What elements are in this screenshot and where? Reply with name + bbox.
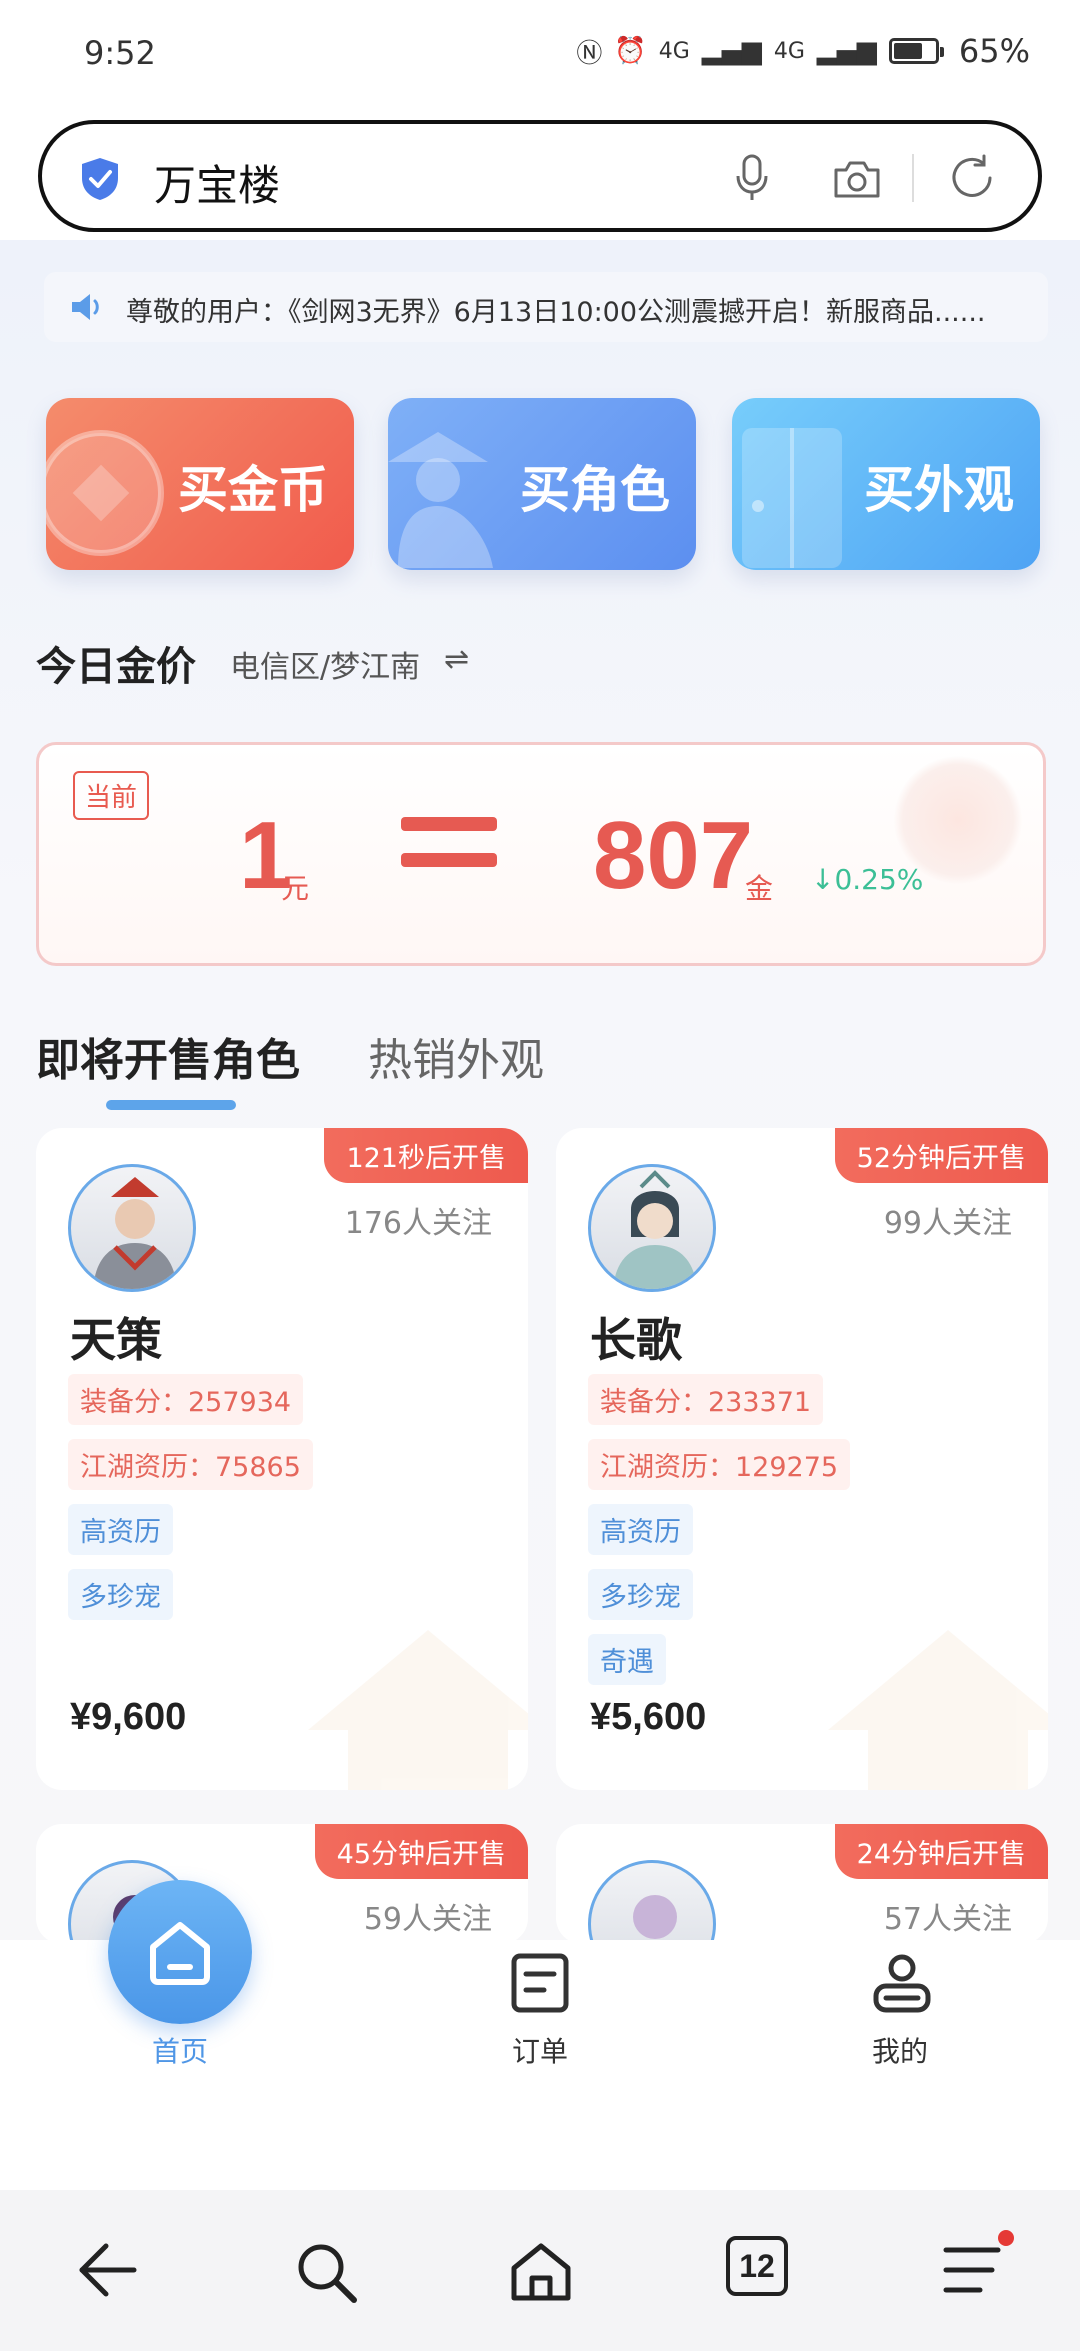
- wardrobe-icon: [742, 428, 842, 568]
- equals-sign: [401, 817, 497, 889]
- signal-2-label: 4G: [773, 38, 805, 64]
- signal-1-icon: ▂▄▆: [701, 36, 762, 66]
- swap-icon[interactable]: ⇌: [444, 642, 469, 677]
- feature-tag: 多珍宠: [68, 1569, 173, 1620]
- musician-avatar-icon: [613, 1170, 697, 1289]
- search-area: 万宝楼: [0, 110, 1080, 240]
- avatar: [588, 1164, 716, 1292]
- alarm-icon: ⏰: [614, 36, 647, 66]
- avatar: [68, 1164, 196, 1292]
- server-selector[interactable]: 电信区/梦江南: [230, 642, 420, 686]
- battery-text: 65%: [958, 32, 1030, 70]
- role-card[interactable]: 121秒后开售 176人关注 天策 装备分：257934 江湖资历：75865 …: [36, 1128, 528, 1790]
- feature-tag: 多珍宠: [588, 1569, 693, 1620]
- yuan-unit: 元: [281, 872, 310, 905]
- role-tags: 装备分：233371 江湖资历：129275 高资历 多珍宠 奇遇: [588, 1374, 851, 1685]
- pavilion-watermark: [308, 1630, 528, 1790]
- nav-mine-label[interactable]: 我的: [872, 2030, 928, 2070]
- equipment-score-tag: 装备分：233371: [588, 1374, 824, 1425]
- sale-countdown-badge: 24分钟后开售: [834, 1824, 1048, 1879]
- feature-tag: 奇遇: [588, 1634, 666, 1685]
- follow-count: 176人关注: [344, 1206, 492, 1241]
- notification-dot: [998, 2230, 1014, 2246]
- role-name: 长歌: [590, 1313, 682, 1367]
- camera-icon[interactable]: [832, 158, 882, 200]
- buy-gold-label: 买金币: [178, 461, 328, 519]
- role-tags: 装备分：257934 江湖资历：75865 高资历 多珍宠: [68, 1374, 313, 1620]
- sale-countdown-badge: 121秒后开售: [324, 1128, 528, 1183]
- status-time: 9:52: [84, 34, 156, 72]
- search-divider: [912, 154, 914, 202]
- follow-count: 59人关注: [363, 1902, 492, 1937]
- gold-price-title: 今日金价: [36, 644, 196, 690]
- buy-appearance-button[interactable]: 买外观: [732, 398, 1040, 570]
- experience-tag: 江湖资历：129275: [588, 1439, 851, 1490]
- buy-role-button[interactable]: 买角色: [388, 398, 696, 570]
- role-name: 天策: [70, 1313, 162, 1367]
- status-icons: Ⓝ ⏰ 4G ▂▄▆ 4G ▂▄▆ 65%: [576, 32, 1030, 70]
- back-arrow-icon[interactable]: [76, 2240, 140, 2300]
- shield-icon: [82, 158, 118, 200]
- follow-count: 57人关注: [883, 1902, 1012, 1937]
- tab-indicator: [106, 1100, 236, 1110]
- microphone-icon[interactable]: [732, 154, 772, 204]
- search-icon[interactable]: [294, 2240, 360, 2306]
- gold-price-card[interactable]: 当前 1 元 807 金 ↓0.25%: [36, 742, 1046, 966]
- experience-tag: 江湖资历：75865: [68, 1439, 313, 1490]
- speaker-icon: [72, 294, 99, 320]
- notice-text: 尊敬的用户：《剑网3无界》6月13日10:00公测震撼开启！新服商品......: [126, 297, 986, 328]
- gold-unit: 金: [745, 872, 774, 905]
- role-price: ¥5,600: [590, 1696, 707, 1738]
- profile-icon[interactable]: [872, 1952, 932, 2014]
- role-card[interactable]: 52分钟后开售 99人关注 长歌 装备分：233371 江湖资历：129275 …: [556, 1128, 1048, 1790]
- search-input[interactable]: 万宝楼: [154, 152, 280, 213]
- signal-2-icon: ▂▄▆: [816, 36, 877, 66]
- avatar: [588, 1860, 716, 1944]
- nfc-icon: Ⓝ: [576, 38, 603, 69]
- nav-order-label[interactable]: 订单: [512, 2030, 568, 2070]
- role-card[interactable]: 24分钟后开售 57人关注: [556, 1824, 1048, 1944]
- menu-icon[interactable]: [940, 2240, 1004, 2300]
- role-card[interactable]: 45分钟后开售 59人关注: [36, 1824, 528, 1944]
- role-price: ¥9,600: [70, 1696, 187, 1738]
- tab-upcoming-roles[interactable]: 即将开售角色: [36, 1024, 300, 1088]
- coin-icon: [46, 430, 164, 556]
- nav-home-label[interactable]: 首页: [152, 2030, 208, 2070]
- nav-home-button[interactable]: [108, 1880, 252, 2024]
- home-icon[interactable]: [508, 2240, 574, 2304]
- sale-countdown-badge: 45分钟后开售: [314, 1824, 528, 1879]
- pavilion-watermark: [828, 1630, 1048, 1790]
- character-icon: [388, 432, 493, 568]
- buy-gold-button[interactable]: 买金币: [46, 398, 354, 570]
- notice-bar[interactable]: 尊敬的用户：《剑网3无界》6月13日10:00公测震撼开启！新服商品......: [44, 272, 1048, 342]
- tab-hot-appearances[interactable]: 热销外观: [368, 1024, 544, 1088]
- equipment-score-tag: 装备分：257934: [68, 1374, 304, 1425]
- search-bar[interactable]: 万宝楼: [38, 120, 1042, 232]
- buy-appearance-label: 买外观: [864, 461, 1014, 519]
- price-change: ↓0.25%: [811, 863, 924, 896]
- warrior-avatar-icon: [93, 1177, 177, 1289]
- order-icon[interactable]: [510, 1952, 570, 2014]
- follow-count: 99人关注: [883, 1206, 1012, 1241]
- signal-1-label: 4G: [658, 38, 690, 64]
- tab-count-button[interactable]: 12: [726, 2236, 788, 2296]
- feature-tag: 高资历: [68, 1504, 173, 1555]
- home-icon: [150, 1922, 210, 1985]
- status-bar: 9:52 Ⓝ ⏰ 4G ▂▄▆ 4G ▂▄▆ 65%: [0, 0, 1080, 110]
- sale-countdown-badge: 52分钟后开售: [834, 1128, 1048, 1183]
- current-tag: 当前: [73, 771, 150, 820]
- feature-tag: 高资历: [588, 1504, 693, 1555]
- gold-value: 807: [593, 802, 754, 909]
- character-avatar-icon: [633, 1895, 677, 1939]
- refresh-icon[interactable]: [946, 152, 998, 204]
- buy-role-label: 买角色: [520, 461, 670, 519]
- battery-icon: [888, 38, 944, 64]
